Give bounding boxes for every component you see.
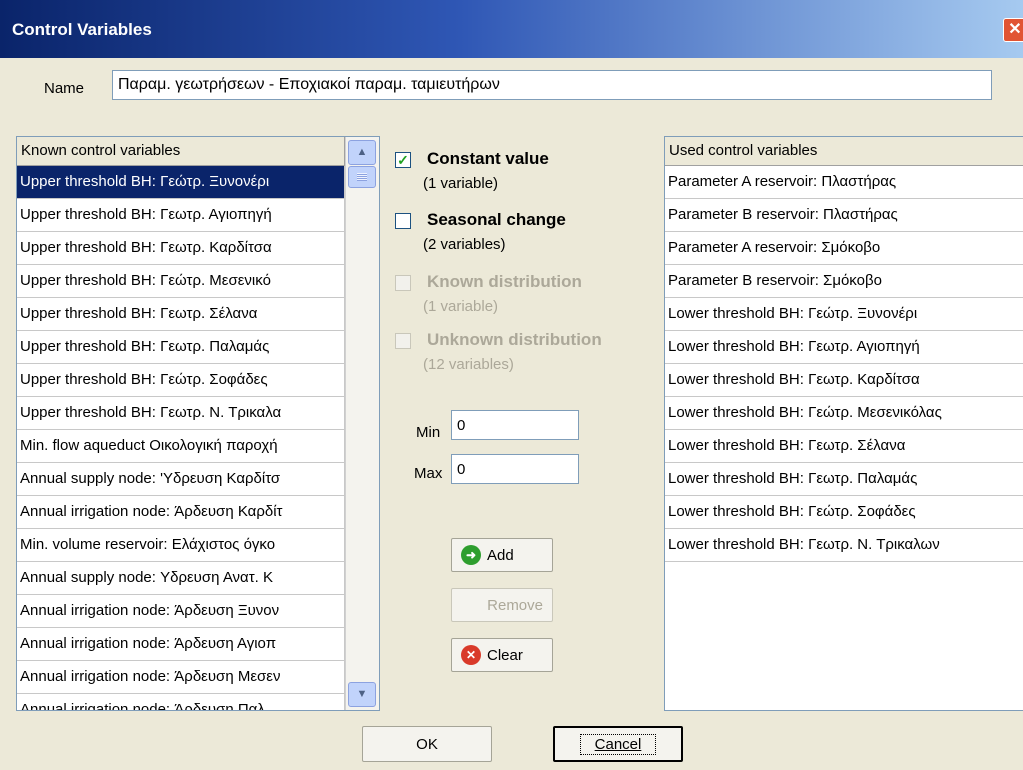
list-item[interactable]: Lower threshold BH: Γεωτρ. Ν. Τρικαλων <box>665 529 1023 562</box>
name-label: Name <box>44 80 85 97</box>
green-arrow-icon: ➜ <box>461 545 481 565</box>
red-x-icon: ✕ <box>461 645 481 665</box>
constant-value-count: (1 variable) <box>423 175 499 192</box>
list-item[interactable]: Lower threshold BH: Γεώτρ. Σοφάδες <box>665 496 1023 529</box>
list-item[interactable]: Upper threshold BH: Γεωτρ. Σέλανα <box>17 298 345 331</box>
unknown-distribution-label: Unknown distribution <box>427 330 602 349</box>
cancel-button-label: Cancel <box>579 733 657 755</box>
dialog-window: Control Variables ✕ Name Known control v… <box>0 0 1023 770</box>
ok-button-label: OK <box>416 735 438 753</box>
known-list-rows: Upper threshold BH: Γεώτρ. Ξυνονέρι Upper… <box>17 166 345 710</box>
list-item[interactable]: Annual irrigation node: Άρδευση Αγιοπ <box>17 628 345 661</box>
known-list-scrollbar[interactable]: ▲ ▼ <box>345 137 379 710</box>
list-item[interactable]: Lower threshold BH: Γεώτρ. Μεσενικόλας <box>665 397 1023 430</box>
list-item[interactable]: Lower threshold BH: Γεώτρ. Ξυνονέρι <box>665 298 1023 331</box>
list-item[interactable]: Annual irrigation node: Άρδευση Ξυνον <box>17 595 345 628</box>
list-item[interactable]: Min. flow aqueduct Οικολογική παροχή <box>17 430 345 463</box>
unknown-distribution-checkbox <box>395 333 411 349</box>
seasonal-change-count: (2 variables) <box>423 236 506 253</box>
list-item[interactable]: Annual supply node: 'Υδρευση Καρδίτσ <box>17 463 345 496</box>
list-item[interactable]: Upper threshold BH: Γεώτρ. Ξυνονέρι <box>17 166 345 199</box>
constant-value-label: Constant value <box>427 149 549 168</box>
constant-value-checkbox[interactable]: ✓ <box>395 152 411 168</box>
known-distribution-count: (1 variable) <box>423 298 499 315</box>
used-variables-list[interactable]: Used control variables Parameter A reser… <box>664 136 1023 711</box>
grip-icon <box>357 173 367 181</box>
list-item[interactable]: Upper threshold BH: Γεωτρ. Αγιοπηγή <box>17 199 345 232</box>
used-list-header[interactable]: Used control variables <box>665 137 1023 166</box>
cancel-button[interactable]: Cancel <box>553 726 683 762</box>
list-item[interactable]: Annual irrigation node: Άρδευση Παλ <box>17 694 345 710</box>
clear-button-label: Clear <box>487 646 523 664</box>
name-input[interactable] <box>112 70 992 100</box>
add-button-label: Add <box>487 546 514 564</box>
chevron-up-icon: ▲ <box>356 146 368 158</box>
list-item[interactable]: Upper threshold BH: Γεώτρ. Σοφάδες <box>17 364 345 397</box>
list-item[interactable]: Parameter B reservoir: Πλαστήρας <box>665 199 1023 232</box>
scroll-down-button[interactable]: ▼ <box>348 682 376 707</box>
list-item[interactable]: Lower threshold BH: Γεωτρ. Σέλανα <box>665 430 1023 463</box>
seasonal-change-label: Seasonal change <box>427 210 566 229</box>
add-button[interactable]: ➜ Add <box>451 538 553 572</box>
list-item[interactable]: Upper threshold BH: Γεωτρ. Καρδίτσα <box>17 232 345 265</box>
title-bar[interactable]: Control Variables ✕ <box>0 0 1023 58</box>
list-item[interactable]: Min. volume reservoir: Ελάχιστος όγκο <box>17 529 345 562</box>
list-item[interactable]: Lower threshold BH: Γεωτρ. Παλαμάς <box>665 463 1023 496</box>
list-item[interactable]: Parameter B reservoir: Σμόκοβο <box>665 265 1023 298</box>
min-label: Min <box>416 424 441 441</box>
known-list-header[interactable]: Known control variables <box>17 137 345 166</box>
unknown-distribution-count: (12 variables) <box>423 356 514 373</box>
close-button[interactable]: ✕ <box>1003 18 1023 42</box>
list-item[interactable]: Annual supply node: Υδρευση Ανατ. Κ <box>17 562 345 595</box>
list-item[interactable]: Parameter A reservoir: Σμόκοβο <box>665 232 1023 265</box>
max-label: Max <box>414 465 443 482</box>
list-item[interactable]: Lower threshold BH: Γεωτρ. Αγιοπηγή <box>665 331 1023 364</box>
close-icon: ✕ <box>1008 21 1022 38</box>
min-input[interactable] <box>451 410 579 440</box>
known-variables-list[interactable]: Known control variables Upper threshold … <box>16 136 380 711</box>
ok-button[interactable]: OK <box>362 726 492 762</box>
list-item[interactable]: Parameter A reservoir: Πλαστήρας <box>665 166 1023 199</box>
max-input[interactable] <box>451 454 579 484</box>
list-item[interactable]: Upper threshold BH: Γεωτρ. Παλαμάς <box>17 331 345 364</box>
scroll-thumb[interactable] <box>348 166 376 188</box>
seasonal-change-checkbox[interactable] <box>395 213 411 229</box>
chevron-down-icon: ▼ <box>356 688 368 700</box>
window-title: Control Variables <box>12 20 152 39</box>
known-distribution-checkbox <box>395 275 411 291</box>
remove-button-label: Remove <box>487 596 543 614</box>
clear-button[interactable]: ✕ Clear <box>451 638 553 672</box>
scroll-up-button[interactable]: ▲ <box>348 140 376 165</box>
list-item[interactable]: Annual irrigation node: Άρδευση Μεσεν <box>17 661 345 694</box>
known-distribution-label: Known distribution <box>427 272 582 291</box>
used-list-rows: Parameter A reservoir: Πλαστήρας Paramete… <box>665 166 1023 562</box>
list-item[interactable]: Lower threshold BH: Γεωτρ. Καρδίτσα <box>665 364 1023 397</box>
list-item[interactable]: Upper threshold BH: Γεώτρ. Μεσενικό <box>17 265 345 298</box>
list-item[interactable]: Upper threshold BH: Γεωτρ. Ν. Τρικαλα <box>17 397 345 430</box>
list-item[interactable]: Annual irrigation node: Άρδευση Καρδίτ <box>17 496 345 529</box>
remove-button[interactable]: Remove <box>451 588 553 622</box>
